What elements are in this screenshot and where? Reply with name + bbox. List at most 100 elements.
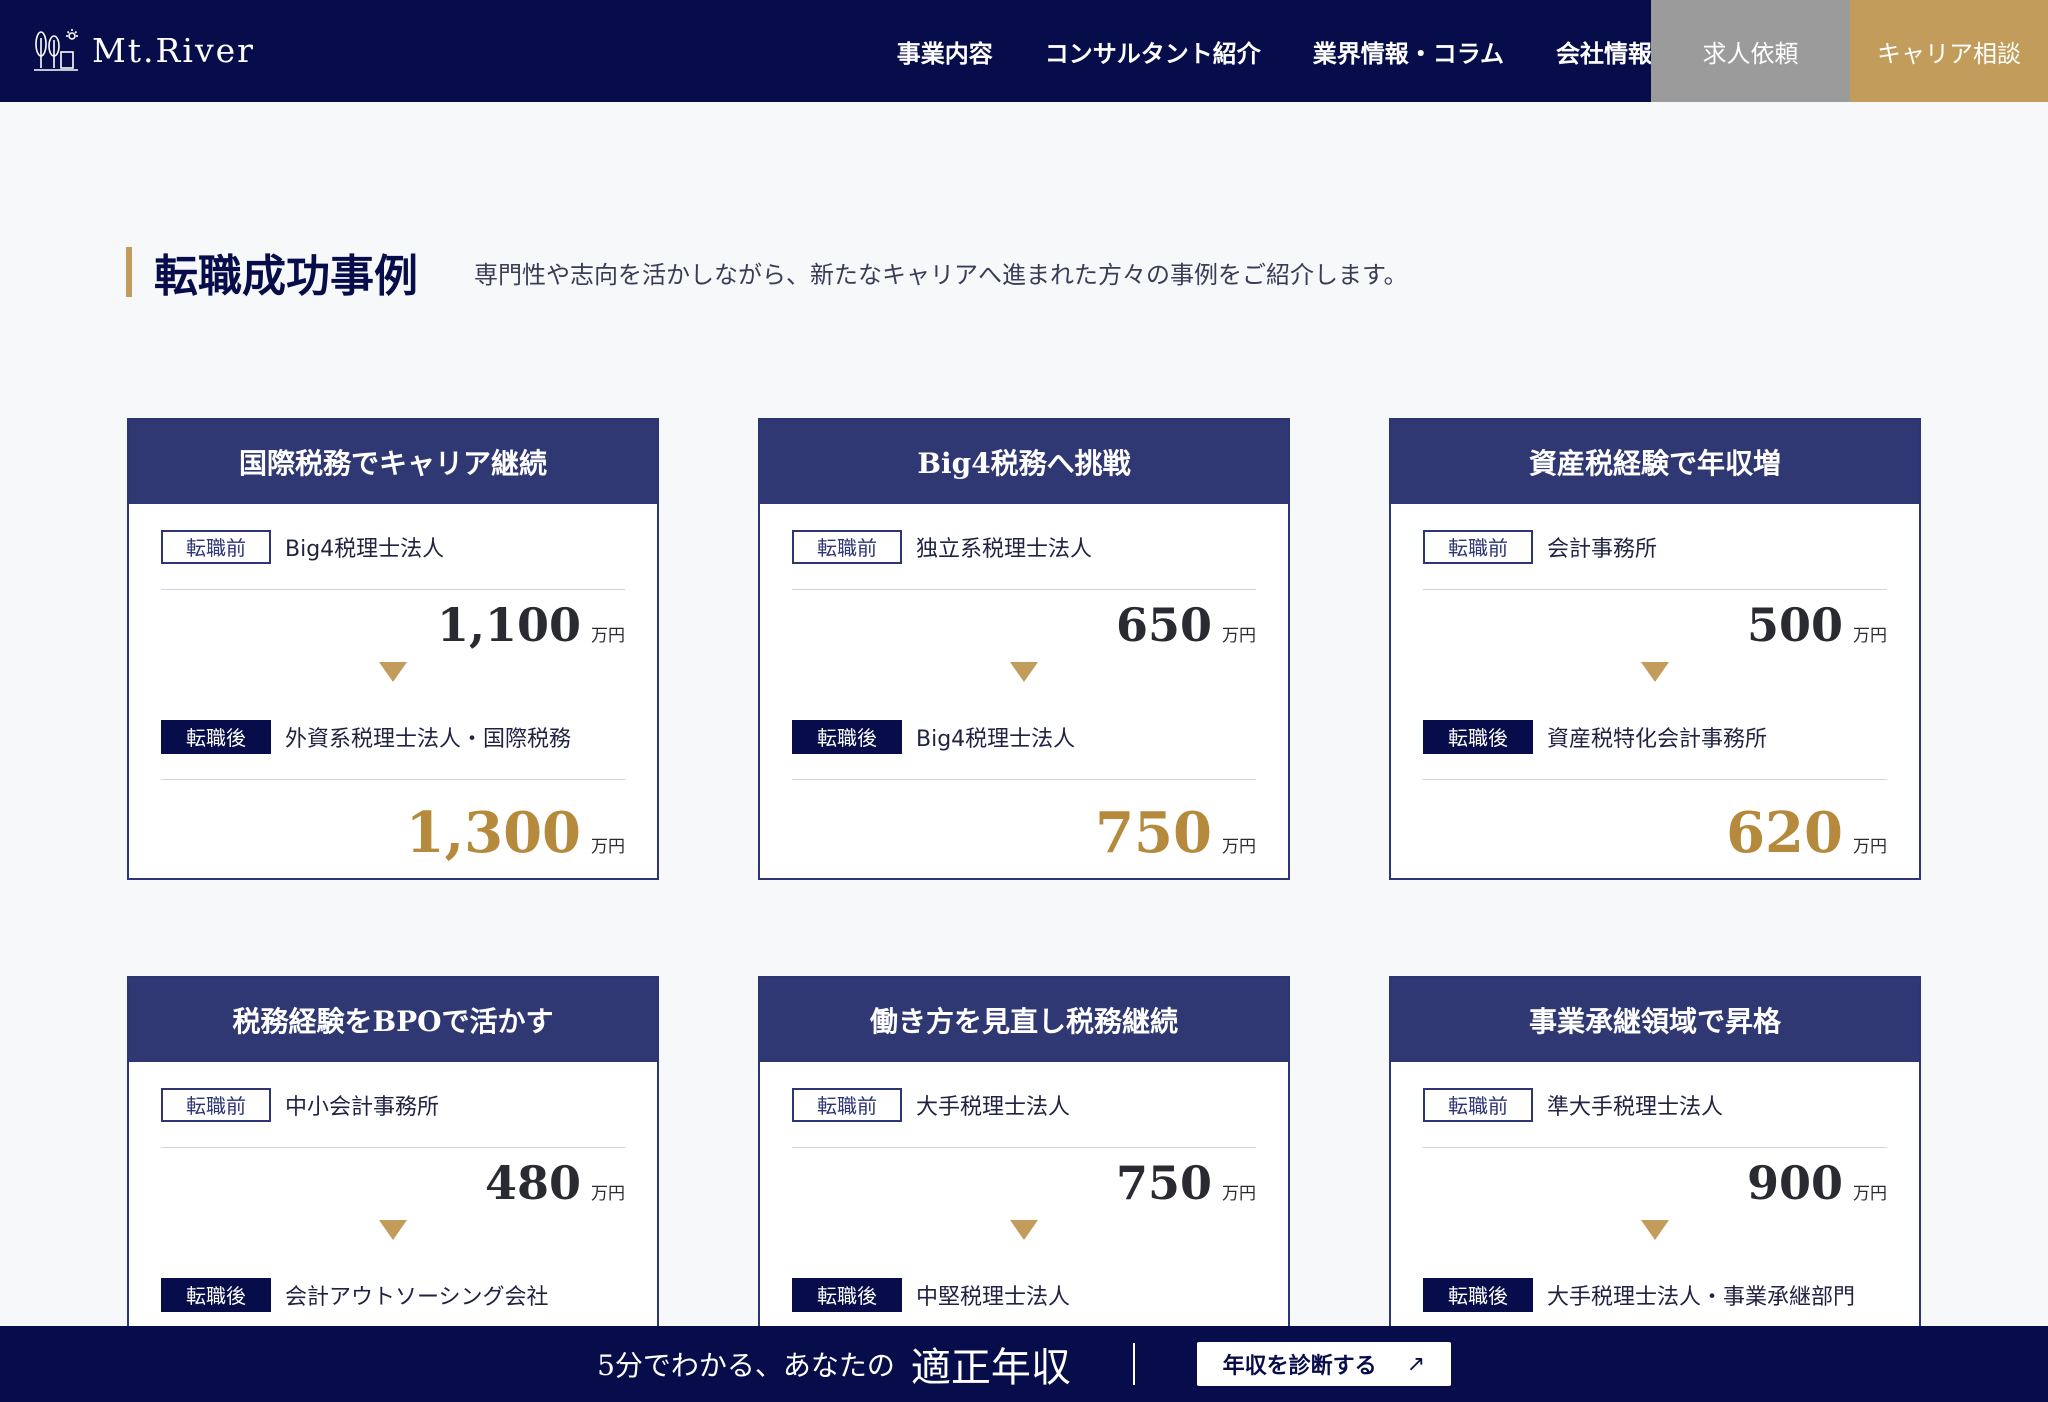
salary-unit: 万円	[1222, 626, 1256, 646]
banner-divider	[1132, 1343, 1135, 1385]
salary-diagnosis-banner: 5分でわかる、あなたの 適正年収 年収を診断する ↗	[0, 1326, 2048, 1402]
before-row: 転職前 会計事務所	[1423, 504, 1887, 590]
after-company: 外資系税理士法人・国際税務	[285, 726, 572, 752]
after-tag: 転職後	[792, 719, 902, 754]
section-description: 専門性や志向を活かしながら、新たなキャリアへ進まれた方々の事例をご紹介します。	[474, 260, 1408, 289]
logo[interactable]: Mt.River	[32, 26, 255, 74]
main-nav: 事業内容 コンサルタント紹介 業界情報・コラム 会社情報	[897, 0, 1652, 102]
nav-item-business[interactable]: 事業内容	[897, 34, 993, 69]
down-arrow-icon	[792, 1208, 1256, 1252]
before-salary: 750 万円	[792, 1148, 1256, 1210]
before-company: 会計事務所	[1547, 536, 1658, 562]
after-salary: 620 万円	[1423, 780, 1887, 878]
case-card: 国際税務でキャリア継続 転職前 Big4税理士法人 1,100 万円 転職後 外…	[127, 418, 659, 880]
case-title: Big4税務へ挑戦	[760, 420, 1288, 504]
after-tag: 転職後	[1423, 1277, 1533, 1312]
after-row: 転職後 外資系税理士法人・国際税務	[161, 694, 625, 780]
external-arrow-icon: ↗	[1406, 1351, 1426, 1377]
after-salary-value: 1,300	[405, 800, 581, 866]
case-card: Big4税務へ挑戦 転職前 独立系税理士法人 650 万円 転職後 Big4税理…	[758, 418, 1290, 880]
logo-text: Mt.River	[92, 30, 255, 70]
diagnose-salary-button[interactable]: 年収を診断する ↗	[1196, 1342, 1451, 1386]
after-salary: 750 万円	[792, 780, 1256, 878]
logo-icon	[34, 29, 78, 71]
after-tag: 転職後	[1423, 719, 1533, 754]
salary-unit: 万円	[591, 626, 625, 646]
nav-item-consultants[interactable]: コンサルタント紹介	[1045, 34, 1261, 69]
before-tag: 転職前	[792, 1087, 902, 1122]
after-company: 資産税特化会計事務所	[1547, 726, 1768, 752]
down-arrow-icon	[1423, 1208, 1887, 1252]
before-company: 大手税理士法人	[916, 1094, 1071, 1120]
site-header: Mt.River 事業内容 コンサルタント紹介 業界情報・コラム 会社情報 求人…	[0, 0, 2048, 102]
before-salary-value: 750	[1115, 1156, 1212, 1210]
after-tag: 転職後	[161, 719, 271, 754]
after-company: 中堅税理士法人	[916, 1284, 1071, 1310]
salary-unit: 万円	[1853, 837, 1887, 857]
diagnose-salary-label: 年収を診断する	[1222, 1354, 1377, 1379]
before-row: 転職前 Big4税理士法人	[161, 504, 625, 590]
before-salary: 1,100 万円	[161, 590, 625, 652]
before-salary: 900 万円	[1423, 1148, 1887, 1210]
after-company: 会計アウトソーシング会社	[285, 1284, 549, 1310]
before-company: 独立系税理士法人	[916, 536, 1093, 562]
salary-unit: 万円	[591, 837, 625, 857]
nav-item-column[interactable]: 業界情報・コラム	[1313, 34, 1504, 69]
before-company: 中小会計事務所	[285, 1094, 440, 1120]
before-row: 転職前 準大手税理士法人	[1423, 1062, 1887, 1148]
after-salary-value: 620	[1726, 800, 1843, 866]
before-salary-value: 1,100	[436, 598, 581, 652]
before-salary-value: 500	[1746, 598, 1843, 652]
after-salary-value: 750	[1095, 800, 1212, 866]
case-title: 資産税経験で年収増	[1391, 420, 1919, 504]
after-salary: 1,300 万円	[161, 780, 625, 878]
before-tag: 転職前	[161, 529, 271, 564]
career-consult-button[interactable]: キャリア相談	[1850, 0, 2048, 102]
before-salary-value: 480	[484, 1156, 581, 1210]
case-title: 事業承継領域で昇格	[1391, 978, 1919, 1062]
after-row: 転職後 資産税特化会計事務所	[1423, 694, 1887, 780]
page-title: 転職成功事例	[154, 251, 418, 302]
case-title: 働き方を見直し税務継続	[760, 978, 1288, 1062]
salary-unit: 万円	[1853, 1184, 1887, 1204]
case-title: 国際税務でキャリア継続	[129, 420, 657, 504]
before-tag: 転職前	[1423, 529, 1533, 564]
before-salary: 650 万円	[792, 590, 1256, 652]
salary-unit: 万円	[1222, 837, 1256, 857]
nav-item-company[interactable]: 会社情報	[1556, 34, 1652, 69]
job-request-button[interactable]: 求人依頼	[1651, 0, 1850, 102]
case-body: 転職前 独立系税理士法人 650 万円 転職後 Big4税理士法人 750 万円	[760, 504, 1288, 878]
banner-emphasis: 適正年収	[910, 1345, 1071, 1391]
salary-unit: 万円	[1853, 626, 1887, 646]
before-salary-value: 650	[1115, 598, 1212, 652]
case-body: 転職前 会計事務所 500 万円 転職後 資産税特化会計事務所 620 万円	[1391, 504, 1919, 878]
down-arrow-icon	[161, 1208, 625, 1252]
case-body: 転職前 Big4税理士法人 1,100 万円 転職後 外資系税理士法人・国際税務…	[129, 504, 657, 878]
heading-accent-bar	[126, 247, 132, 297]
banner-text: 5分でわかる、あなたの	[597, 1349, 895, 1382]
before-salary: 500 万円	[1423, 590, 1887, 652]
section-heading: 転職成功事例 専門性や志向を活かしながら、新たなキャリアへ進まれた方々の事例をご…	[126, 240, 1408, 304]
down-arrow-icon	[161, 650, 625, 694]
case-card: 資産税経験で年収増 転職前 会計事務所 500 万円 転職後 資産税特化会計事務…	[1389, 418, 1921, 880]
before-salary: 480 万円	[161, 1148, 625, 1210]
before-company: Big4税理士法人	[285, 536, 445, 562]
before-row: 転職前 中小会計事務所	[161, 1062, 625, 1148]
after-company: Big4税理士法人	[916, 726, 1076, 752]
after-company: 大手税理士法人・事業承継部門	[1547, 1284, 1856, 1310]
after-tag: 転職後	[161, 1277, 271, 1312]
down-arrow-icon	[1423, 650, 1887, 694]
salary-unit: 万円	[1222, 1184, 1256, 1204]
after-tag: 転職後	[792, 1277, 902, 1312]
before-row: 転職前 大手税理士法人	[792, 1062, 1256, 1148]
before-salary-value: 900	[1746, 1156, 1843, 1210]
before-tag: 転職前	[1423, 1087, 1533, 1122]
case-title: 税務経験をBPOで活かす	[129, 978, 657, 1062]
salary-unit: 万円	[591, 1184, 625, 1204]
before-company: 準大手税理士法人	[1547, 1094, 1724, 1120]
down-arrow-icon	[792, 650, 1256, 694]
before-tag: 転職前	[792, 529, 902, 564]
before-row: 転職前 独立系税理士法人	[792, 504, 1256, 590]
after-row: 転職後 Big4税理士法人	[792, 694, 1256, 780]
before-tag: 転職前	[161, 1087, 271, 1122]
